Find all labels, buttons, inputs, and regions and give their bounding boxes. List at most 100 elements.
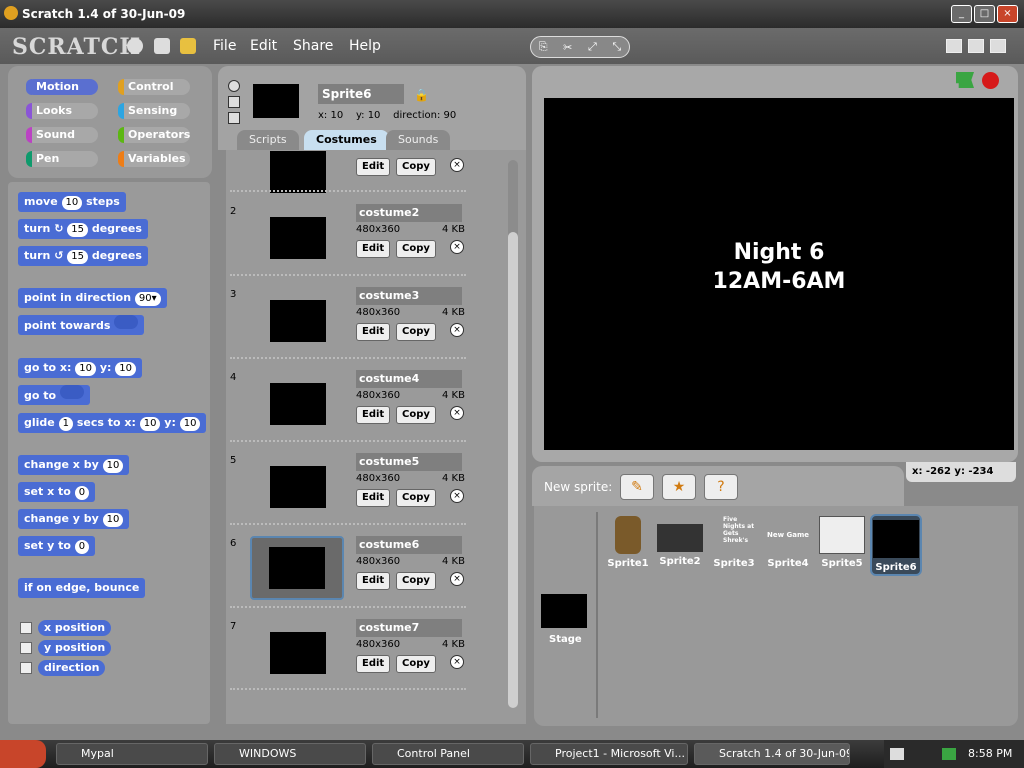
edit-button[interactable]: Edit [356,406,391,424]
flip-icon[interactable] [228,96,240,108]
category-sound[interactable]: Sound [26,127,98,143]
y-position-checkbox[interactable] [20,642,32,654]
change-x-block[interactable]: change x by 10 [18,455,130,475]
shrink-icon[interactable]: ⤡ [612,40,621,54]
category-sensing[interactable]: Sensing [118,103,190,119]
normal-stage-icon[interactable] [968,39,984,53]
sprite-tile-3[interactable]: Five Nights at Gets Shrek's Sprite3 [709,516,759,576]
category-pen[interactable]: Pen [26,151,98,167]
category-variables[interactable]: Variables [118,151,190,167]
delete-costume-icon[interactable]: × [450,240,464,254]
stage[interactable]: Night 6 12AM-6AM [544,98,1014,450]
lock-icon[interactable]: 🔒 [414,88,429,102]
tab-sounds[interactable]: Sounds [386,130,451,150]
delete-costume-icon[interactable]: × [450,323,464,337]
surprise-sprite-icon[interactable]: ? [704,474,738,500]
sprite-tile-1[interactable]: Sprite1 [603,516,653,576]
delete-costume-icon[interactable]: × [450,489,464,503]
set-y-block[interactable]: set y to 0 [18,536,96,556]
costume-thumbnail[interactable] [262,623,334,683]
no-rotate-icon[interactable] [228,112,240,124]
go-to-xy-block[interactable]: go to x: 10 y: 10 [18,358,142,378]
go-to-block[interactable]: go to [18,385,90,405]
point-in-direction-block[interactable]: point in direction 90▾ [18,288,167,308]
copy-button[interactable]: Copy [396,240,436,258]
stop-icon[interactable] [982,72,999,89]
point-towards-block[interactable]: point towards [18,315,145,335]
minimize-button[interactable]: _ [951,5,972,23]
delete-costume-icon[interactable]: × [450,406,464,420]
costume-thumbnail[interactable] [262,291,334,351]
costume-name-field[interactable]: costume2 [356,204,462,222]
edit-button[interactable]: Edit [356,240,391,258]
direction-reporter[interactable]: direction [38,660,106,676]
open-sprite-icon[interactable]: ★ [662,474,696,500]
category-motion[interactable]: Motion [26,79,98,95]
sprite-tile-4[interactable]: New Game Sprite4 [763,516,813,576]
x-position-reporter[interactable]: x position [38,620,112,636]
task-project1[interactable]: Project1 - Microsoft Vi... [530,743,688,765]
copy-button[interactable]: Copy [396,323,436,341]
close-button[interactable]: × [997,5,1018,23]
x-position-checkbox[interactable] [20,622,32,634]
edit-button[interactable]: Edit [356,158,391,176]
sprite-tile-5[interactable]: Sprite5 [817,516,867,576]
copy-button[interactable]: Copy [396,158,436,176]
set-x-block[interactable]: set x to 0 [18,482,96,502]
copy-button[interactable]: Copy [396,406,436,424]
small-stage-icon[interactable] [946,39,962,53]
task-mypal[interactable]: Mypal [56,743,208,765]
costume-scrollbar-thumb[interactable] [508,232,518,708]
grow-icon[interactable]: ⤢ [588,40,597,54]
copy-button[interactable]: Copy [396,572,436,590]
menu-file[interactable]: File [213,38,236,54]
costume-name-field[interactable]: costume3 [356,287,462,305]
delete-costume-icon[interactable]: × [450,572,464,586]
maximize-button[interactable]: □ [974,5,995,23]
copy-button[interactable]: Copy [396,489,436,507]
keyboard-icon[interactable] [890,748,904,760]
task-scratch[interactable]: Scratch 1.4 of 30-Jun-09 [694,743,850,765]
edit-button[interactable]: Edit [356,489,391,507]
menu-edit[interactable]: Edit [250,38,277,54]
menu-share[interactable]: Share [293,38,333,54]
costume-name-field[interactable]: costume6 [356,536,462,554]
turn-left-block[interactable]: turn ↺ 15 degrees [18,246,148,266]
scissors-icon[interactable]: ✂ [563,41,572,54]
category-looks[interactable]: Looks [26,103,98,119]
costume-name-field[interactable]: costume7 [356,619,462,637]
costume-thumbnail[interactable] [262,208,334,268]
presentation-icon[interactable] [990,39,1006,53]
green-flag-icon[interactable] [956,72,974,88]
globe-icon[interactable] [127,38,143,54]
change-y-block[interactable]: change y by 10 [18,509,130,529]
costume-thumbnail[interactable] [250,536,344,600]
copy-button[interactable]: Copy [396,655,436,673]
network-icon[interactable] [942,748,956,760]
sprite-tile-6-selected[interactable]: Sprite6 [870,514,922,576]
bounce-block[interactable]: if on edge, bounce [18,578,146,598]
direction-checkbox[interactable] [20,662,32,674]
edit-button[interactable]: Edit [356,572,391,590]
delete-costume-icon[interactable]: × [450,655,464,669]
save-icon[interactable] [154,38,170,54]
paint-sprite-icon[interactable]: ✎ [620,474,654,500]
stage-thumbnail[interactable] [541,594,587,628]
stamp-icon[interactable]: ⎘ [539,40,548,54]
turn-right-block[interactable]: turn ↻ 15 degrees [18,219,148,239]
costume-name-field[interactable]: costume5 [356,453,462,471]
move-block[interactable]: move 10 steps [18,192,126,212]
costume-thumbnail[interactable] [262,457,334,517]
delete-costume-icon[interactable]: × [450,158,464,172]
start-button[interactable] [0,740,46,768]
category-control[interactable]: Control [118,79,190,95]
glide-block[interactable]: glide 1 secs to x: 10 y: 10 [18,413,207,433]
edit-button[interactable]: Edit [356,655,391,673]
edit-button[interactable]: Edit [356,323,391,341]
sprite-tile-2[interactable]: Sprite2 [655,516,705,576]
y-position-reporter[interactable]: y position [38,640,112,656]
task-windows[interactable]: WINDOWS [214,743,366,765]
share-icon[interactable] [180,38,196,54]
category-operators[interactable]: Operators [118,127,190,143]
costume-name-field[interactable]: costume4 [356,370,462,388]
